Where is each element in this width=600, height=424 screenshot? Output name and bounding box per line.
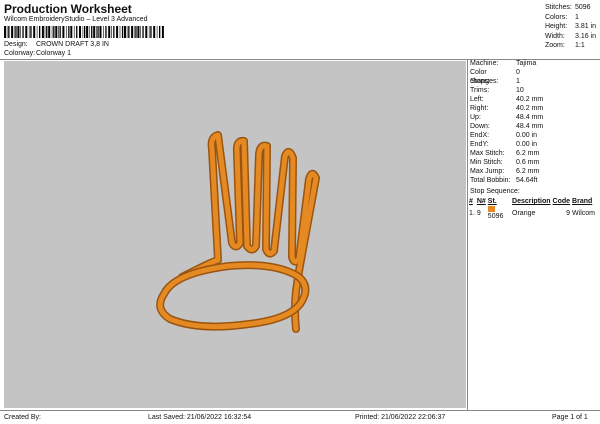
machine-info-panel: Machine: Tajima Color changes: 0 Stops: 1 Trim… — [468, 59, 596, 220]
barcode — [4, 26, 164, 38]
page-title: Production Worksheet — [4, 2, 132, 16]
stat-stitches: Stitches: 5096 — [545, 4, 591, 11]
table-header: Code — [552, 198, 571, 205]
stat-height: Height: 3.81 in — [545, 23, 597, 30]
info-row: Trims: 10 — [470, 87, 524, 94]
stop-sequence-table: # N# St. Description Code Brand 1. 9 5096 Orange… — [468, 197, 596, 220]
table-header: Description — [512, 198, 551, 205]
stat-width: Width: 3.16 in — [545, 32, 597, 40]
stats-panel: Stitches: 5096 Colors: 1 Height: 3.81 in Wi… — [545, 3, 596, 51]
info-row: Color changes: 0 — [470, 69, 520, 85]
crown-embroidery-image — [156, 131, 320, 333]
created-by: Created By: — [4, 414, 41, 421]
colorway-value: Colorway 1 — [36, 50, 72, 57]
design-label: Design: — [4, 41, 28, 48]
stat-zoom: Zoom: 1:1 — [545, 42, 585, 49]
info-row: Max Stitch: 6.2 mm — [470, 150, 540, 157]
thread-color-swatch — [487, 206, 495, 213]
info-row: Machine: Tajima — [470, 60, 537, 67]
info-row: Stops: 1 — [470, 78, 520, 85]
stat-colors: Colors: 1 — [545, 13, 579, 21]
table-header: N# — [476, 198, 486, 205]
table-header: # — [469, 198, 473, 205]
info-row: Up: 48.4 mm — [470, 114, 544, 121]
table-header: Brand — [572, 198, 593, 205]
info-row: Min Stitch: 0.6 mm — [470, 159, 540, 166]
table-row: 1. 9 5096 Orange 9 Wilcom — [468, 206, 596, 220]
last-saved: Last Saved: 21/06/2022 16:32:54 — [148, 414, 252, 421]
printed-date: Printed: 21/06/2022 22:06:37 — [355, 414, 446, 421]
info-row: EndX: 0.00 in — [470, 132, 538, 139]
info-row: EndY: 0.00 in — [470, 141, 538, 148]
design-preview — [4, 61, 466, 408]
info-row: Down: 48.4 mm — [470, 123, 544, 130]
software-subtitle: Wilcom EmbroideryStudio – Level 3 Advanc… — [4, 16, 148, 23]
info-row: Total Bobbin: 54.64ft — [470, 177, 538, 184]
design-row: Design: CROWN DRAFT 3,8 IN — [4, 41, 109, 48]
colorway-label: Colorway: — [4, 50, 36, 57]
info-row: Left: 40.2 mm — [470, 96, 544, 103]
stop-sequence-title: Stop Sequence: — [470, 188, 520, 195]
footer: Created By: Last Saved: 21/06/2022 16:32… — [0, 410, 600, 424]
design-value: CROWN DRAFT 3,8 IN — [36, 41, 109, 48]
page-number: Page 1 of 1 — [552, 414, 588, 421]
info-row: Max Jump: 6.2 mm — [470, 168, 540, 175]
table-header-row: # N# St. Description Code Brand — [468, 197, 596, 206]
info-row: Right: 40.2 mm — [470, 105, 544, 112]
colorway-row: Colorway: Colorway 1 — [4, 50, 71, 57]
table-header: St. — [487, 198, 497, 205]
